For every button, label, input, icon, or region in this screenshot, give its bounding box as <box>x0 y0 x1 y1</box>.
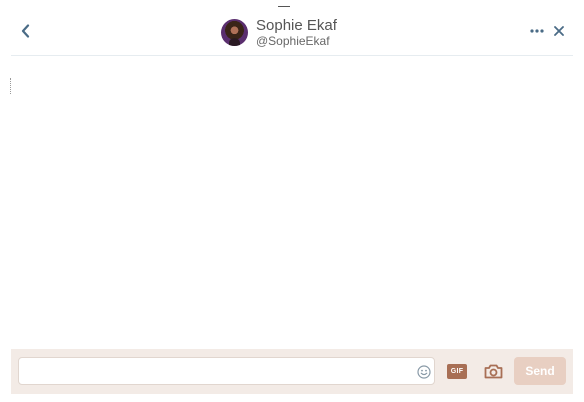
close-button[interactable] <box>551 23 567 39</box>
message-input[interactable] <box>18 357 435 385</box>
conversation-header: Sophie Ekaf @SophieEkaf <box>11 8 573 56</box>
participant-names: Sophie Ekaf @SophieEkaf <box>256 18 337 47</box>
gif-button[interactable]: GIF <box>447 364 467 379</box>
message-list[interactable] <box>11 56 573 349</box>
camera-icon <box>484 364 502 379</box>
avatar[interactable] <box>221 18 248 46</box>
close-icon <box>554 26 564 36</box>
chevron-left-icon <box>21 24 29 38</box>
message-composer: GIF Send <box>11 349 573 394</box>
emoji-icon <box>416 364 431 379</box>
participant-handle: @SophieEkaf <box>256 33 330 48</box>
participant-identity[interactable]: Sophie Ekaf @SophieEkaf <box>221 15 337 49</box>
emoji-button[interactable] <box>416 364 431 379</box>
dm-conversation-panel: Sophie Ekaf @SophieEkaf GIF Send <box>11 8 573 394</box>
back-button[interactable] <box>15 20 35 42</box>
more-options-button[interactable] <box>528 23 546 39</box>
send-button[interactable]: Send <box>514 357 566 385</box>
ellipsis-icon <box>530 29 544 33</box>
participant-display-name: Sophie Ekaf <box>256 16 337 34</box>
drag-handle[interactable] <box>278 6 290 7</box>
photo-button[interactable] <box>483 363 503 380</box>
gif-label: GIF <box>450 368 464 375</box>
